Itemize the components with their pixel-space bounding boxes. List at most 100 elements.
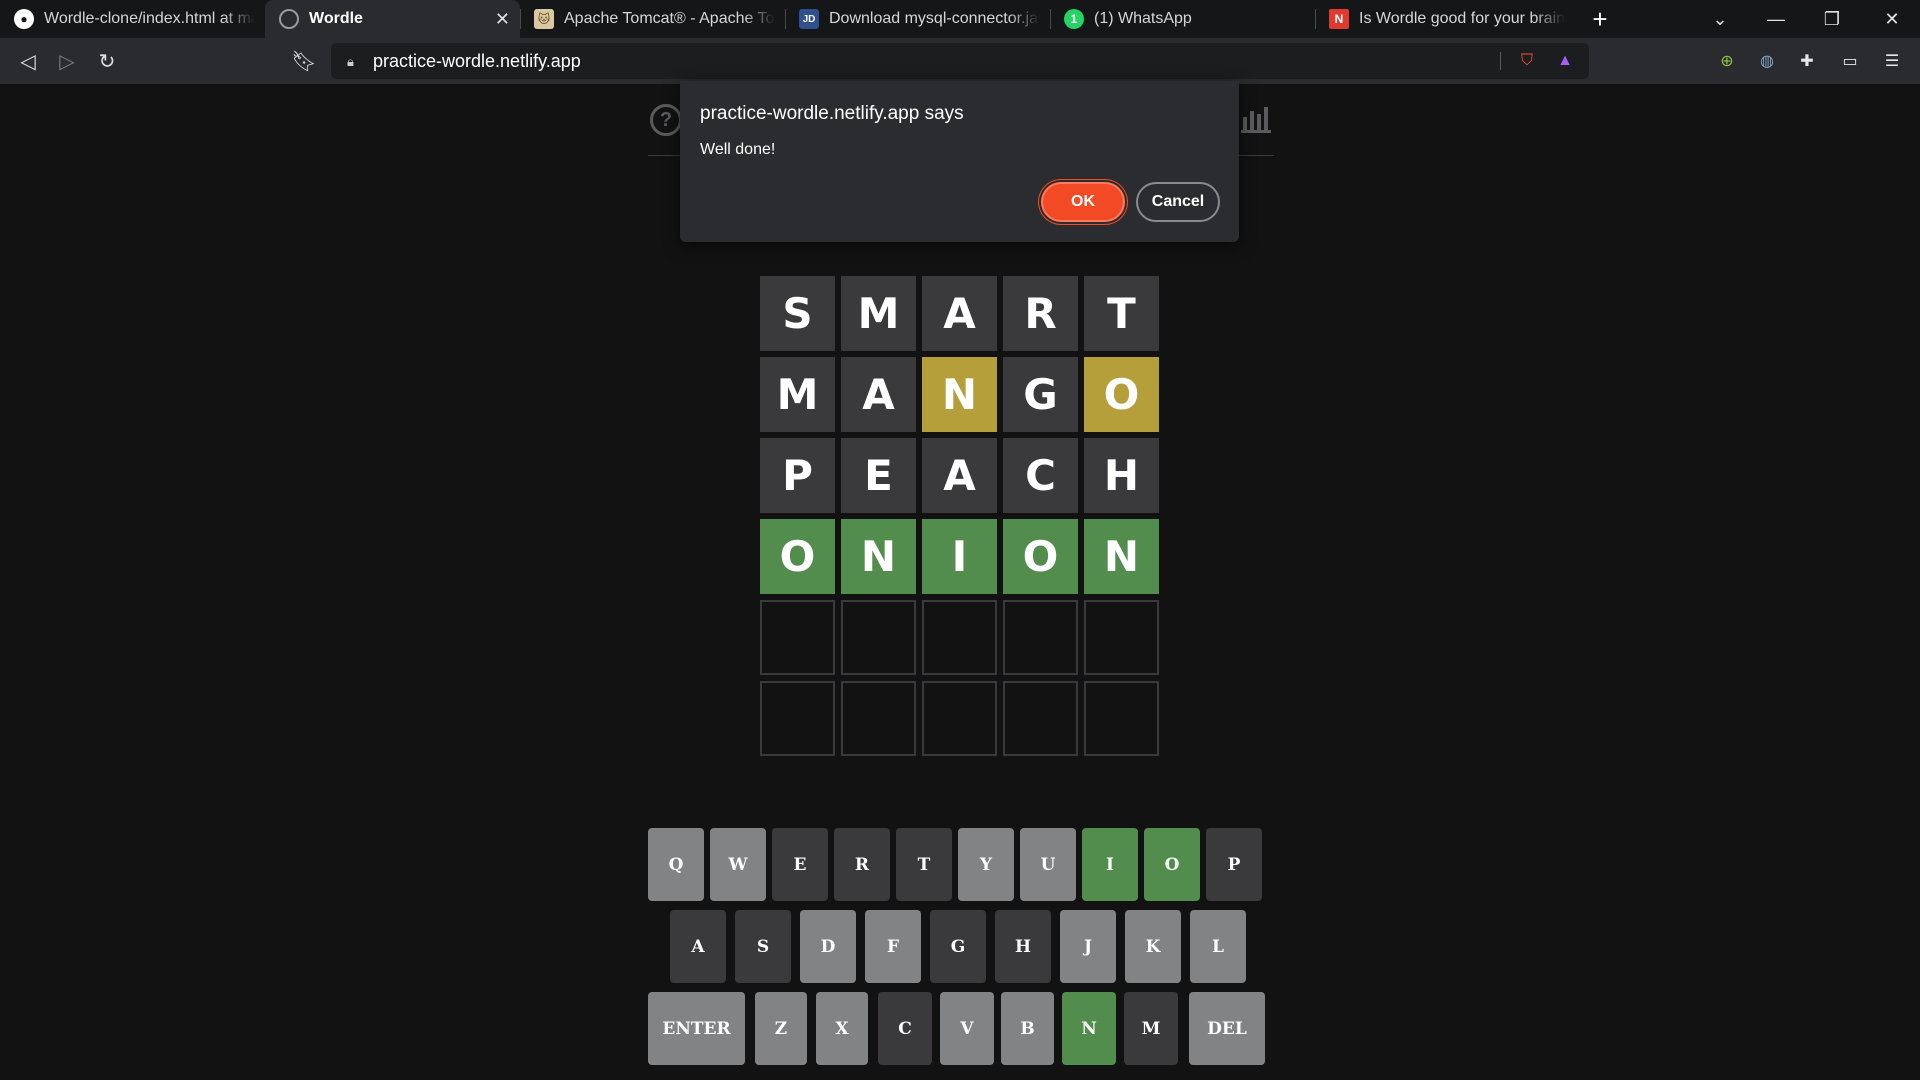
tab-wordle-article[interactable]: N Is Wordle good for your brain? Th [1315,0,1575,38]
key-g[interactable]: G [930,910,986,983]
github-icon: ● [14,9,34,29]
key-s[interactable]: S [735,910,791,983]
board-tile: N [922,357,997,432]
key-a[interactable]: A [670,910,726,983]
tab-title: (1) WhatsApp [1094,10,1192,27]
board-tile: A [922,438,997,513]
tab-whatsapp[interactable]: 1 (1) WhatsApp [1050,0,1315,38]
lock-icon: 🔒︎ [347,54,354,69]
board-tile [922,600,997,675]
tab-strip: ● Wordle-clone/index.html at main Wordle… [0,0,1920,38]
board-tile [922,681,997,756]
key-d[interactable]: D [800,910,856,983]
cancel-button[interactable]: Cancel [1136,182,1220,222]
board-tile: A [841,357,916,432]
brave-rewards-icon[interactable]: ▲ [1553,49,1577,73]
board-tile [760,600,835,675]
menu-icon[interactable]: ☰ [1880,49,1904,73]
close-window-icon[interactable]: ✕ [1864,0,1920,38]
tab-github[interactable]: ● Wordle-clone/index.html at main [0,0,265,38]
board-tile: R [1003,276,1078,351]
board-tile: O [1084,357,1159,432]
tab-wordle[interactable]: Wordle ✕ [265,0,520,38]
key-e[interactable]: E [772,828,828,901]
board-tile: A [922,276,997,351]
url-text: practice-wordle.netlify.app [373,50,581,71]
help-icon[interactable]: ? [650,104,682,136]
board-tile [1084,681,1159,756]
dialog-title: practice-wordle.netlify.app says [700,103,964,124]
dialog-message: Well done! [700,141,776,158]
key-z[interactable]: Z [755,992,807,1065]
key-y[interactable]: Y [958,828,1014,901]
bookmark-icon[interactable]: 🔖︎ [284,38,324,84]
globe-icon [279,9,299,29]
board-tile [841,600,916,675]
tab-tomcat[interactable]: 🐱 Apache Tomcat® - Apache Tomc [520,0,785,38]
board-tile: H [1084,438,1159,513]
board-tile: G [1003,357,1078,432]
key-m[interactable]: M [1124,992,1178,1065]
board-tile: M [841,276,916,351]
minimize-icon[interactable]: — [1748,0,1804,38]
board-tile: S [760,276,835,351]
extension-green-icon[interactable]: ⊕ [1715,49,1739,73]
board-tile: P [760,438,835,513]
key-h[interactable]: H [995,910,1051,983]
board-tile: N [841,519,916,594]
restore-icon[interactable]: ❐ [1804,0,1860,38]
board-tile: O [1003,519,1078,594]
key-n[interactable]: N [1062,992,1116,1065]
wallet-icon[interactable]: ▭ [1838,49,1862,73]
reload-icon[interactable]: ↻ [87,38,127,84]
board-tile: E [841,438,916,513]
key-o[interactable]: O [1144,828,1200,901]
board-tile: O [760,519,835,594]
board-tile: C [1003,438,1078,513]
key-x[interactable]: X [816,992,868,1065]
key-f[interactable]: F [865,910,921,983]
tab-title: Is Wordle good for your brain? Th [1359,10,1565,27]
ok-button[interactable]: OK [1041,182,1125,222]
key-b[interactable]: B [1001,992,1054,1065]
delete-key[interactable]: DEL [1189,992,1265,1065]
board-tile [1084,600,1159,675]
tab-title: Download mysql-connector.jar : m [829,10,1040,27]
key-j[interactable]: J [1060,910,1116,983]
extension-globe-icon[interactable]: ◍ [1755,49,1779,73]
key-r[interactable]: R [834,828,890,901]
board-tile: I [922,519,997,594]
tab-title: Wordle [309,10,363,27]
address-bar[interactable]: 🔒︎ practice-wordle.netlify.app ⛉ ▲ [331,43,1589,79]
forward-icon[interactable]: ▷ [47,38,87,84]
brave-shield-icon[interactable]: ⛉ [1515,49,1539,73]
browser-toolbar: ◁ ▷ ↻ 🔖︎ 🔒︎ practice-wordle.netlify.app … [0,38,1920,84]
tab-search-chevron-icon[interactable]: ⌄ [1692,0,1748,38]
key-w[interactable]: W [710,828,766,901]
divider [1500,52,1501,70]
board-tile: N [1084,519,1159,594]
key-p[interactable]: P [1206,828,1262,901]
key-t[interactable]: T [896,828,952,901]
tab-title: Wordle-clone/index.html at main [44,10,255,27]
stats-icon[interactable] [1241,103,1271,133]
new-tab-button[interactable]: + [1575,0,1625,38]
enter-key[interactable]: ENTER [648,992,745,1065]
board-tile: T [1084,276,1159,351]
key-c[interactable]: C [878,992,932,1065]
key-u[interactable]: U [1020,828,1076,901]
board-tile [1003,600,1078,675]
back-icon[interactable]: ◁ [8,38,48,84]
tab-title: Apache Tomcat® - Apache Tomc [564,10,775,27]
tab-mysql-connector[interactable]: JD Download mysql-connector.jar : m [785,0,1050,38]
close-tab-icon[interactable]: ✕ [495,9,510,30]
key-i[interactable]: I [1082,828,1138,901]
tomcat-icon: 🐱 [534,9,554,29]
key-k[interactable]: K [1125,910,1181,983]
alert-dialog: practice-wordle.netlify.app says Well do… [680,81,1239,242]
key-l[interactable]: L [1190,910,1246,983]
key-q[interactable]: Q [648,828,704,901]
key-v[interactable]: V [940,992,994,1065]
board-tile [1003,681,1078,756]
extensions-puzzle-icon[interactable]: ✚ [1795,49,1819,73]
